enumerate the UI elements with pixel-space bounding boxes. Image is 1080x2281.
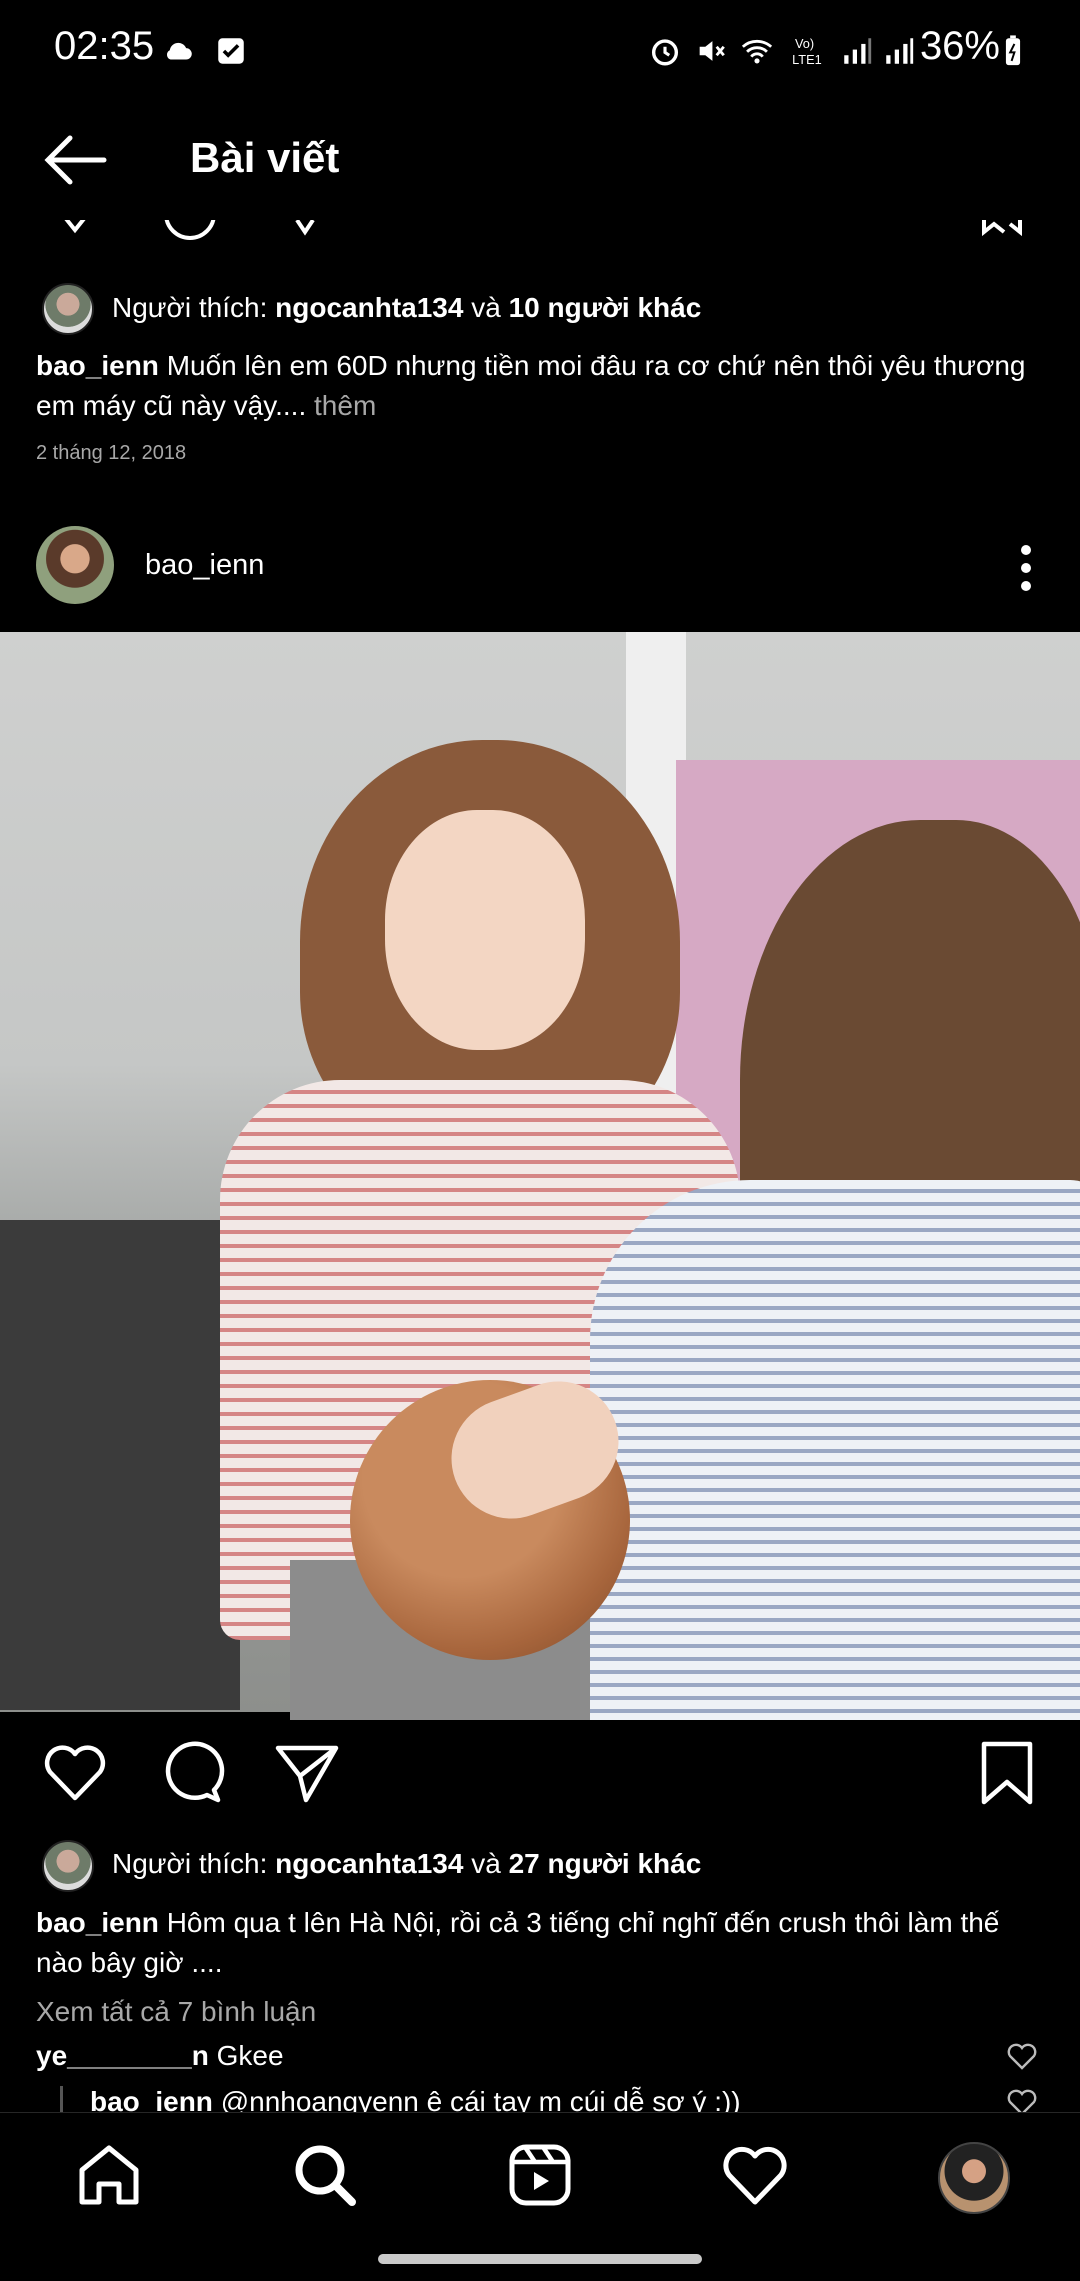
page-title: Bài viết <box>190 134 340 181</box>
comment-row: ye________n Gkee <box>36 2040 284 2071</box>
top-bar <box>0 100 1080 220</box>
svg-text:Vo): Vo) <box>795 36 814 51</box>
liker-avatar[interactable] <box>42 1840 94 1892</box>
post-caption: bao_ienn Muốn lên em 60D nhưng tiền moi … <box>36 350 1026 421</box>
post-author-avatar[interactable] <box>36 526 114 604</box>
svg-text:LTE1: LTE1 <box>792 52 822 67</box>
wifi-icon <box>741 39 773 64</box>
comment-icon[interactable] <box>160 220 220 240</box>
signal-icon <box>886 38 914 64</box>
caption-username[interactable]: bao_ienn <box>36 1907 159 1938</box>
comment-like-icon[interactable] <box>1006 2086 1038 2112</box>
reply-comment: bao_ienn @nnhoangyenn ê cái tay m cúi dễ… <box>90 2086 741 2112</box>
likes-others-link[interactable]: 10 người khác <box>509 292 702 323</box>
likes-line[interactable]: Người thích: ngocanhta134 và 10 người kh… <box>112 292 701 324</box>
caption-username[interactable]: bao_ienn <box>36 350 159 381</box>
bookmark-icon[interactable] <box>972 1738 1042 1808</box>
photo-person2-shirt <box>590 1180 1080 1720</box>
post-date: 2 tháng 12, 2018 <box>36 442 187 464</box>
likes-others-link[interactable]: 27 người khác <box>509 1848 702 1879</box>
cloud-icon <box>166 42 192 60</box>
reply-row-cropped: bao_ienn @nnhoangyenn ê cái tay m cúi dễ… <box>0 2086 1080 2112</box>
search-icon[interactable] <box>290 2140 360 2210</box>
bookmark-icon[interactable] <box>980 220 1030 240</box>
caption-more-link[interactable]: thêm <box>306 390 376 421</box>
battery-icon <box>1005 35 1021 66</box>
reels-icon[interactable] <box>505 2140 575 2210</box>
status-bar: 02:35 Vo) LTE1 36% <box>0 0 1080 100</box>
comment-username[interactable]: bao_ienn <box>90 2086 213 2112</box>
profile-avatar[interactable] <box>938 2142 1010 2214</box>
liker-username[interactable]: ngocanhta134 <box>275 1848 463 1879</box>
checkbox-icon <box>218 38 244 64</box>
liker-username[interactable]: ngocanhta134 <box>275 292 463 323</box>
share-icon[interactable] <box>295 220 315 240</box>
comment-username[interactable]: ye________n <box>36 2040 209 2071</box>
home-icon[interactable] <box>74 2140 144 2210</box>
view-all-comments-link[interactable]: Xem tất cả 7 bình luận <box>36 1996 316 2028</box>
status-time: 02:35 <box>54 24 155 68</box>
liker-avatar[interactable] <box>42 283 94 335</box>
likes-line[interactable]: Người thích: ngocanhta134 và 27 người kh… <box>112 1848 701 1880</box>
heart-icon[interactable] <box>40 1738 110 1808</box>
post-caption: bao_ienn Hôm qua t lên Hà Nội, rồi cả 3 … <box>36 1907 1000 1978</box>
back-arrow-icon[interactable] <box>40 130 110 190</box>
photo-person-face <box>385 810 585 1050</box>
share-icon[interactable] <box>272 1738 342 1808</box>
alarm-icon <box>651 39 679 66</box>
heart-icon[interactable] <box>55 220 95 240</box>
home-indicator[interactable] <box>378 2254 702 2264</box>
post-author-username[interactable]: bao_ienn <box>145 549 264 582</box>
comment-icon[interactable] <box>156 1738 226 1808</box>
reply-thread-line <box>60 2086 63 2112</box>
more-options-icon[interactable] <box>1016 545 1036 591</box>
comment-like-icon[interactable] <box>1006 2040 1038 2072</box>
battery-percent: 36% <box>919 24 1000 68</box>
previous-post-actions-cropped <box>0 220 1080 242</box>
volte-icon: Vo)LTE1 <box>792 36 822 67</box>
signal-icon <box>844 38 872 64</box>
mute-icon <box>699 41 725 61</box>
activity-heart-icon[interactable] <box>720 2140 790 2210</box>
photo-wall <box>0 1220 240 1710</box>
